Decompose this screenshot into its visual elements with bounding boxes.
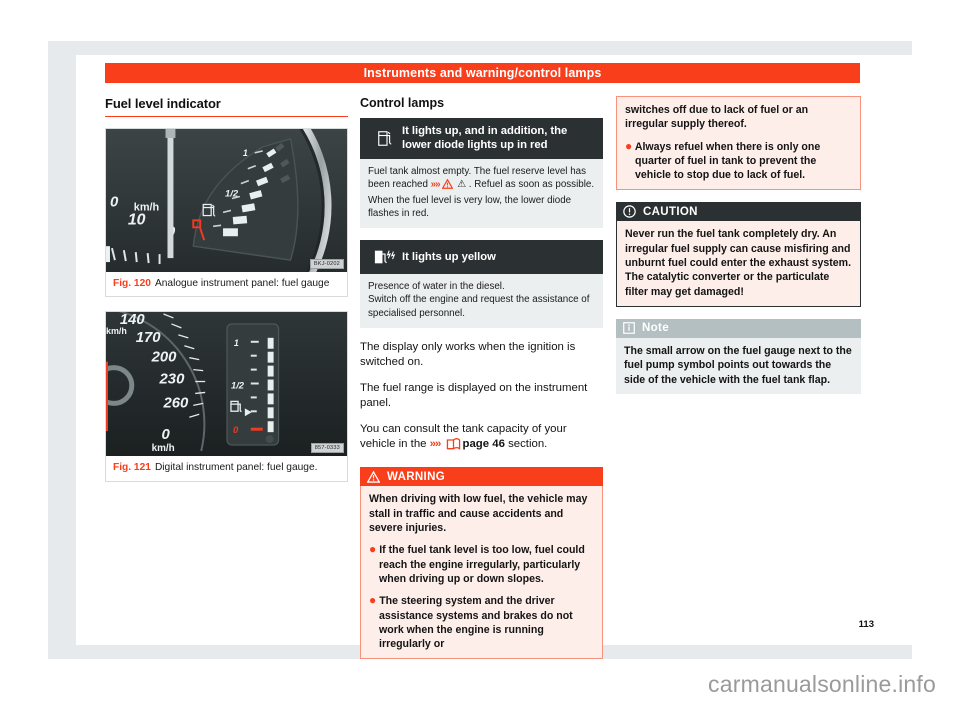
warning-label: WARNING xyxy=(387,470,446,483)
middle-column: Control lamps It lights up, and in addit… xyxy=(360,96,603,660)
warning-cont-para-1: switches off due to lack of fuel or an i… xyxy=(625,104,809,131)
svg-text:10: 10 xyxy=(128,211,146,228)
figure-120: 1 1/2 0 10 km/h BKJ-0202 Fig. 120 Analog… xyxy=(105,128,348,298)
warning-cont-para-2: ● Always refuel when there is only one q… xyxy=(625,138,852,183)
svg-text:260: 260 xyxy=(163,396,190,412)
figure-121: 140 170 200 230 260 km/h 0 km/h 1 1/2 0 … xyxy=(105,311,348,482)
figure-121-caption: Fig. 121 Digital instrument panel: fuel g… xyxy=(105,456,348,482)
warning-callout-header: WARNING xyxy=(360,467,603,487)
bullet-dot: ● xyxy=(369,593,377,608)
analogue-gauge-illustration: 1 1/2 0 10 km/h xyxy=(106,129,347,272)
warning-continued-box: switches off due to lack of fuel or an i… xyxy=(616,96,861,191)
warning-para-2-text: If the fuel tank level is too low, fuel … xyxy=(379,544,585,585)
fuel-pump-icon xyxy=(368,130,402,147)
note-callout: Note The small arrow on the fuel gauge n… xyxy=(616,318,861,394)
caution-callout-header: CAUTION xyxy=(616,202,861,222)
warning-triangle-icon xyxy=(441,178,453,193)
cross-ref-arrows: »» xyxy=(430,179,441,191)
control-lamp-row-1: It lights up, and in addition, the lower… xyxy=(360,118,603,229)
control-lamps-heading: Control lamps xyxy=(360,96,445,110)
watermark-text: carmanualsonline.info xyxy=(708,670,936,697)
fuel-water-icon xyxy=(368,249,402,265)
section-heading: Fuel level indicator xyxy=(105,96,348,117)
warning-para-3-text: The steering system and the driver assis… xyxy=(379,595,573,651)
page-number: 113 xyxy=(858,619,874,630)
warning-callout-body: When driving with low fuel, the vehicle … xyxy=(360,486,603,660)
svg-text:1: 1 xyxy=(234,338,239,348)
control-lamp-2-header: It lights up yellow xyxy=(360,240,603,275)
tank-capacity-suffix: section. xyxy=(504,438,548,451)
control-lamp-1-header: It lights up, and in addition, the lower… xyxy=(360,118,603,159)
caution-callout: CAUTION Never run the fuel tank complete… xyxy=(616,202,861,307)
paragraph-tank-capacity: You can consult the tank capacity of you… xyxy=(360,422,603,456)
warning-para-2: ● If the fuel tank level is too low, fue… xyxy=(369,541,594,586)
svg-text:230: 230 xyxy=(159,372,186,388)
svg-text:170: 170 xyxy=(136,330,162,346)
control-lamp-row-2: It lights up yellow Presence of water in… xyxy=(360,240,603,329)
control-lamp-1-body: Fuel tank almost empty. The fuel reserve… xyxy=(360,158,603,229)
svg-text:200: 200 xyxy=(151,350,178,366)
figure-120-caption: Fig. 120 Analogue instrument panel: fuel … xyxy=(105,272,348,298)
right-column: switches off due to lack of fuel or an i… xyxy=(616,96,861,394)
paragraph-fuel-range: The fuel range is displayed on the instr… xyxy=(360,381,588,410)
note-label: Note xyxy=(642,322,669,335)
svg-text:0: 0 xyxy=(162,428,171,444)
figure-121-stamp: 857-0333 xyxy=(310,443,344,454)
svg-text:1/2: 1/2 xyxy=(225,188,239,199)
digital-gauge-illustration: 140 170 200 230 260 km/h 0 km/h 1 1/2 0 xyxy=(106,312,347,457)
control-lamp-1-title: It lights up, and in addition, the lower… xyxy=(402,125,568,152)
warning-para-1: When driving with low fuel, the vehicle … xyxy=(369,493,588,535)
control-lamp-2-text-b: Switch off the engine and request the as… xyxy=(368,294,590,319)
figure-121-number: Fig. 121 xyxy=(113,462,151,474)
caution-circle-icon xyxy=(623,205,636,219)
svg-text:0: 0 xyxy=(233,425,239,436)
svg-text:1/2: 1/2 xyxy=(231,380,245,391)
figure-120-stamp: BKJ-0202 xyxy=(309,259,344,269)
note-callout-header: Note xyxy=(616,318,861,338)
control-lamp-2-body: Presence of water in the diesel. Switch … xyxy=(360,274,603,329)
chapter-title: Instruments and warning/control lamps xyxy=(363,66,602,80)
document-viewer: Instruments and warning/control lamps Fu… xyxy=(0,0,960,660)
page-reference-icon[interactable] xyxy=(446,437,461,455)
caution-callout-body: Never run the fuel tank completely dry. … xyxy=(616,221,861,307)
svg-text:km/h: km/h xyxy=(152,443,175,454)
svg-text:1: 1 xyxy=(243,148,248,158)
page-reference-link[interactable]: page 46 xyxy=(463,438,505,450)
figure-121-image: 140 170 200 230 260 km/h 0 km/h 1 1/2 0 … xyxy=(105,311,348,457)
svg-text:0: 0 xyxy=(110,194,119,210)
warning-para-3: ● The steering system and the driver ass… xyxy=(369,592,594,651)
bullet-dot: ● xyxy=(625,138,633,153)
warning-cont-para-2-text: Always refuel when there is only one qua… xyxy=(634,140,821,182)
control-lamp-2-title: It lights up yellow xyxy=(402,250,496,263)
note-text: The small arrow on the fuel gauge next t… xyxy=(624,344,852,386)
svg-text:km/h: km/h xyxy=(134,201,159,213)
figure-120-image: 1 1/2 0 10 km/h BKJ-0202 xyxy=(105,128,348,272)
note-info-icon xyxy=(623,322,635,335)
figure-120-number: Fig. 120 xyxy=(113,278,151,289)
control-lamp-2-text-a: Presence of water in the diesel. xyxy=(368,281,505,293)
caution-label: CAUTION xyxy=(643,205,698,218)
left-column: Fuel level indicator 1 1/2 0 10 km/h BKJ… xyxy=(105,96,348,496)
paragraph-ignition: The display only works when the ignition… xyxy=(360,341,576,369)
note-callout-body: The small arrow on the fuel gauge next t… xyxy=(616,337,861,394)
figure-121-caption-text: Digital instrument panel: fuel gauge. xyxy=(154,462,318,474)
svg-text:km/h: km/h xyxy=(106,326,127,336)
caution-text: Never run the fuel tank completely dry. … xyxy=(625,228,852,298)
footer-watermark: carmanualsonline.info xyxy=(0,660,960,708)
chapter-banner: Instruments and warning/control lamps xyxy=(105,63,860,83)
figure-120-caption-text: Analogue instrument panel: fuel gauge xyxy=(154,278,330,289)
cross-ref-arrows-2: »» xyxy=(429,438,442,451)
warning-triangle-icon xyxy=(367,470,380,483)
warning-callout: WARNING When driving with low fuel, the … xyxy=(360,467,603,660)
bullet-dot: ● xyxy=(369,542,377,557)
